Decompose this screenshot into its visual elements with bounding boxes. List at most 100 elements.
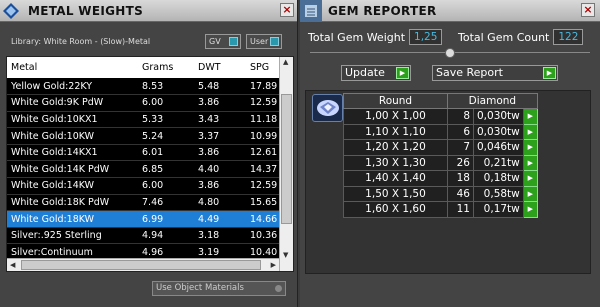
column-header-metal[interactable]: Metal [7, 57, 138, 78]
metal-table-header: Metal Grams DWT SPG [7, 57, 281, 78]
grams-cell: 6.99 [138, 210, 194, 228]
gem-select-button[interactable]: ▶ [522, 139, 538, 156]
gem-row: 1,00 X 1,00 8 0,030tw ▶ [343, 108, 538, 125]
grams-cell: 4.94 [138, 227, 194, 245]
gem-weight-cell: 0,030tw [473, 108, 524, 125]
total-gem-weight: Total Gem Weight 1,25 [308, 28, 443, 46]
metal-name-cell: Yellow Gold:22KY [7, 78, 138, 96]
gem-count-cell: 8 [447, 108, 474, 125]
gem-count-cell: 18 [447, 170, 474, 187]
use-object-materials-label: Use Object Materials [156, 283, 244, 293]
metal-row[interactable]: White Gold:18K PdW 7.46 4.80 15.65 [7, 194, 281, 212]
gem-reporter-panel: GEM REPORTER × Total Gem Weight 1,25 Tot… [300, 0, 600, 307]
gem-weight-cell: 0,030tw [473, 123, 524, 140]
metal-row[interactable]: White Gold:10KX1 5.33 3.43 11.18 [7, 111, 281, 129]
metal-weights-title: METAL WEIGHTS [28, 3, 144, 18]
total-gem-count: Total Gem Count 122 [458, 28, 584, 46]
scroll-right-icon[interactable]: ▶ [271, 261, 276, 269]
spg-cell: 15.65 [246, 194, 281, 212]
gem-count-cell: 11 [447, 201, 474, 218]
gem-cut-header: Diamond [447, 93, 538, 109]
scroll-left-icon[interactable]: ◀ [10, 261, 15, 269]
metal-row[interactable]: Silver:.925 Sterling 4.94 3.18 10.36 [7, 227, 281, 245]
gem-size-cell: 1,60 X 1,60 [343, 201, 448, 218]
save-report-button[interactable]: Save Report ▶ [432, 65, 558, 81]
spg-cell: 10.36 [246, 227, 281, 245]
column-header-grams[interactable]: Grams [138, 57, 194, 78]
arrow-right-icon: ▶ [396, 67, 409, 79]
use-object-materials-toggle[interactable]: Use Object Materials [152, 281, 286, 296]
save-report-button-label: Save Report [436, 66, 503, 79]
gem-size-cell: 1,00 X 1,00 [343, 108, 448, 125]
gem-row: 1,10 X 1,10 6 0,030tw ▶ [343, 123, 538, 140]
grams-cell: 5.33 [138, 111, 194, 129]
gem-size-cell: 1,50 X 1,50 [343, 185, 448, 202]
close-icon[interactable]: × [581, 3, 595, 17]
spg-cell: 17.89 [246, 78, 281, 96]
spg-cell: 14.66 [246, 210, 281, 228]
update-button[interactable]: Update ▶ [341, 65, 411, 81]
scroll-down-icon[interactable]: ▼ [283, 251, 288, 259]
gem-weight-cell: 0,58tw [473, 185, 524, 202]
vertical-scrollbar[interactable]: ▲ ▼ [279, 57, 293, 271]
metal-name-cell: White Gold:10KW [7, 127, 138, 145]
metal-row[interactable]: White Gold:14KW 6.00 3.86 12.59 [7, 177, 281, 195]
metal-weights-panel: METAL WEIGHTS × Library: White Room - (S… [0, 0, 298, 307]
column-header-dwt[interactable]: DWT [194, 57, 246, 78]
metal-row[interactable]: White Gold:14K PdW 6.85 4.40 14.37 [7, 160, 281, 179]
gem-table-header: Round Diamond [343, 93, 538, 109]
horizontal-scrollbar[interactable]: ◀ ▶ [7, 258, 279, 271]
total-gem-count-value: 122 [553, 29, 584, 45]
metal-weights-titlebar: METAL WEIGHTS × [0, 0, 297, 22]
column-header-spg[interactable]: SPG [246, 57, 281, 78]
gem-shape-header: Round [343, 93, 448, 109]
gem-row: 1,40 X 1,40 18 0,18tw ▶ [343, 170, 538, 187]
metal-row[interactable]: White Gold:10KW 5.24 3.37 10.99 [7, 127, 281, 145]
close-icon[interactable]: × [280, 3, 294, 17]
spg-cell: 12.59 [246, 94, 281, 112]
spg-cell: 12.59 [246, 177, 281, 195]
gem-select-button[interactable]: ▶ [522, 123, 538, 140]
metal-name-cell: White Gold:14KX1 [7, 144, 138, 162]
metal-name-cell: White Gold:14KW [7, 177, 138, 195]
gem-weight-cell: 0,17tw [473, 201, 524, 218]
horizontal-scroll-thumb[interactable] [21, 260, 261, 270]
gem-count-cell: 6 [447, 123, 474, 140]
splitter-knob[interactable] [445, 48, 455, 58]
gem-weight-cell: 0,046tw [473, 139, 524, 156]
metal-name-cell: White Gold:14K PdW [7, 160, 138, 179]
dwt-cell: 5.48 [194, 78, 246, 96]
spg-cell: 14.37 [246, 160, 281, 179]
gem-count-cell: 7 [447, 139, 474, 156]
metal-name-cell: White Gold:18K PdW [7, 194, 138, 212]
gem-size-cell: 1,20 X 1,20 [343, 139, 448, 156]
gem-reporter-title: GEM REPORTER [328, 3, 437, 18]
gem-weight-cell: 0,21tw [473, 154, 524, 171]
vertical-scroll-thumb[interactable] [281, 94, 292, 224]
metal-name-cell: White Gold:9K PdW [7, 94, 138, 112]
gem-select-button[interactable]: ▶ [522, 201, 538, 218]
dwt-cell: 3.37 [194, 127, 246, 145]
metal-row[interactable]: White Gold:18KW 6.99 4.49 14.66 [7, 210, 281, 228]
grams-cell: 6.85 [138, 160, 194, 179]
gem-table: Round Diamond 1,00 X 1,00 8 0,030tw ▶ 1,10 X… [343, 93, 538, 218]
spg-cell: 10.99 [246, 127, 281, 145]
gv-toggle[interactable]: GV [205, 34, 241, 49]
gem-select-button[interactable]: ▶ [522, 108, 538, 125]
update-button-label: Update [345, 66, 385, 79]
library-label: Library: White Room - (Slow)-Metal [11, 37, 151, 46]
user-toggle[interactable]: User [246, 34, 282, 49]
dwt-cell: 3.18 [194, 227, 246, 245]
gem-reporter-icon [300, 0, 322, 22]
gem-select-button[interactable]: ▶ [522, 154, 538, 171]
metal-row[interactable]: White Gold:14KX1 6.01 3.86 12.61 [7, 144, 281, 162]
scroll-up-icon[interactable]: ▲ [283, 58, 288, 66]
user-toggle-label: User [250, 37, 269, 46]
metal-name-cell: White Gold:10KX1 [7, 111, 138, 129]
arrow-right-icon: ▶ [543, 67, 556, 79]
total-gem-weight-value: 1,25 [409, 29, 443, 45]
gem-select-button[interactable]: ▶ [522, 170, 538, 187]
gem-select-button[interactable]: ▶ [522, 185, 538, 202]
metal-row[interactable]: White Gold:9K PdW 6.00 3.86 12.59 [7, 94, 281, 112]
metal-row[interactable]: Yellow Gold:22KY 8.53 5.48 17.89 [7, 78, 281, 96]
